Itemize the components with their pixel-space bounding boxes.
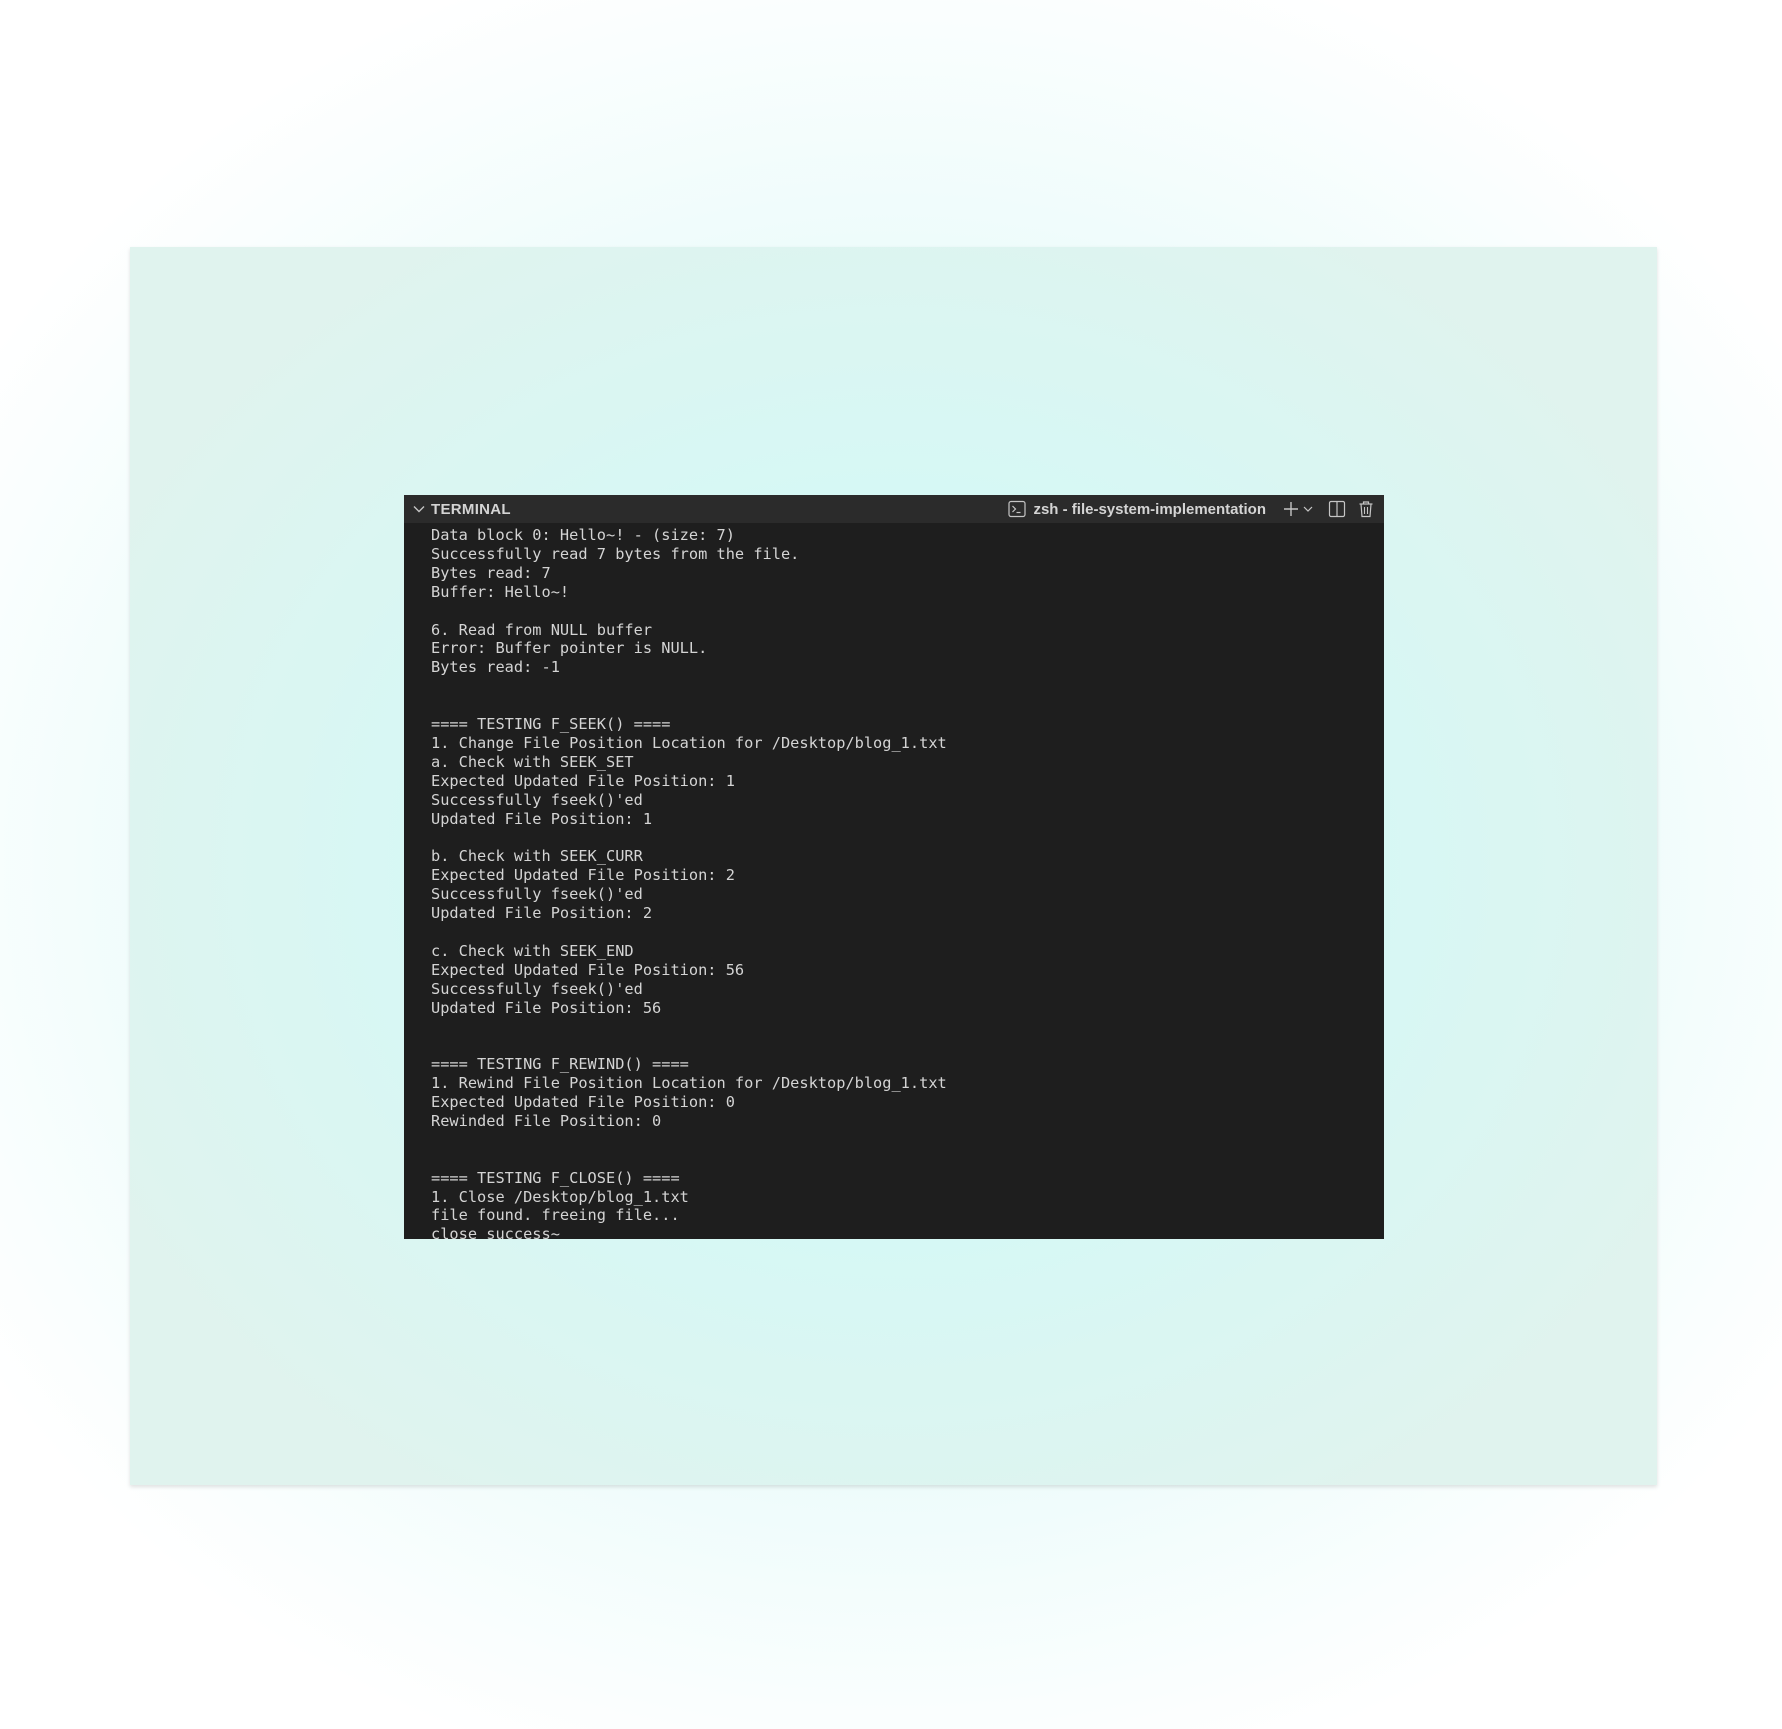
terminal-line: Expected Updated File Position: 2: [431, 866, 735, 885]
terminal-line: close success~: [431, 1225, 560, 1239]
terminal-line: Successfully fseek()'ed: [431, 979, 643, 998]
shell-tab[interactable]: zsh - file-system-implementation: [1008, 500, 1266, 518]
terminal-line: c. Check with SEEK_END: [431, 941, 634, 960]
terminal-line: 1. Close /Desktop/blog_1.txt: [431, 1187, 689, 1206]
terminal-line: 1. Rewind File Position Location for /De…: [431, 1074, 947, 1093]
terminal-line: b. Check with SEEK_CURR: [431, 847, 643, 866]
trash-icon[interactable]: [1358, 498, 1374, 520]
terminal-line: Updated File Position: 2: [431, 904, 653, 923]
terminal-line: Successfully fseek()'ed: [431, 885, 643, 904]
chevron-down-icon[interactable]: [411, 501, 427, 517]
terminal-line: Rewinded File Position: 0: [431, 1111, 662, 1130]
terminal-line: a. Check with SEEK_SET: [431, 752, 634, 771]
terminal-line: Updated File Position: 1: [431, 809, 653, 828]
terminal-line: 1. Change File Position Location for /De…: [431, 733, 947, 752]
terminal-line: Error: Buffer pointer is NULL.: [431, 639, 708, 658]
terminal-line: 6. Read from NULL buffer: [431, 620, 653, 639]
terminal-line: Buffer: Hello~!: [431, 582, 570, 601]
terminal-line: file found. freeing file...: [431, 1206, 680, 1225]
terminal-line: ==== TESTING F_CLOSE() ====: [431, 1168, 680, 1187]
terminal-line: Updated File Position: 56: [431, 998, 662, 1017]
terminal-line: Data block 0: Hello~! - (size: 7): [431, 526, 735, 544]
shell-name: zsh - file-system-implementation: [1033, 500, 1266, 518]
terminal-line: Expected Updated File Position: 56: [431, 960, 745, 979]
terminal-header: TERMINAL zsh - file-system-implementatio…: [404, 495, 1384, 523]
plus-icon[interactable]: [1282, 498, 1300, 520]
terminal-line: Bytes read: 7: [431, 563, 551, 582]
panel-title[interactable]: TERMINAL: [431, 501, 511, 518]
terminal-output[interactable]: Data block 0: Hello~! - (size: 7) Success…: [404, 523, 1384, 1239]
terminal-line: Expected Updated File Position: 1: [431, 771, 735, 790]
split-icon[interactable]: [1328, 498, 1346, 520]
terminal-line: Bytes read: -1: [431, 658, 560, 677]
terminal-line: Successfully fseek()'ed: [431, 790, 643, 809]
terminal-line: ==== TESTING F_REWIND() ====: [431, 1055, 689, 1074]
terminal-line: ==== TESTING F_SEEK() ====: [431, 715, 671, 734]
terminal-panel: TERMINAL zsh - file-system-implementatio…: [404, 495, 1384, 1239]
terminal-line: Expected Updated File Position: 0: [431, 1093, 735, 1112]
chevron-down-icon[interactable]: [1302, 498, 1314, 520]
terminal-line: Successfully read 7 bytes from the file.: [431, 544, 800, 563]
terminal-icon: [1008, 500, 1027, 518]
